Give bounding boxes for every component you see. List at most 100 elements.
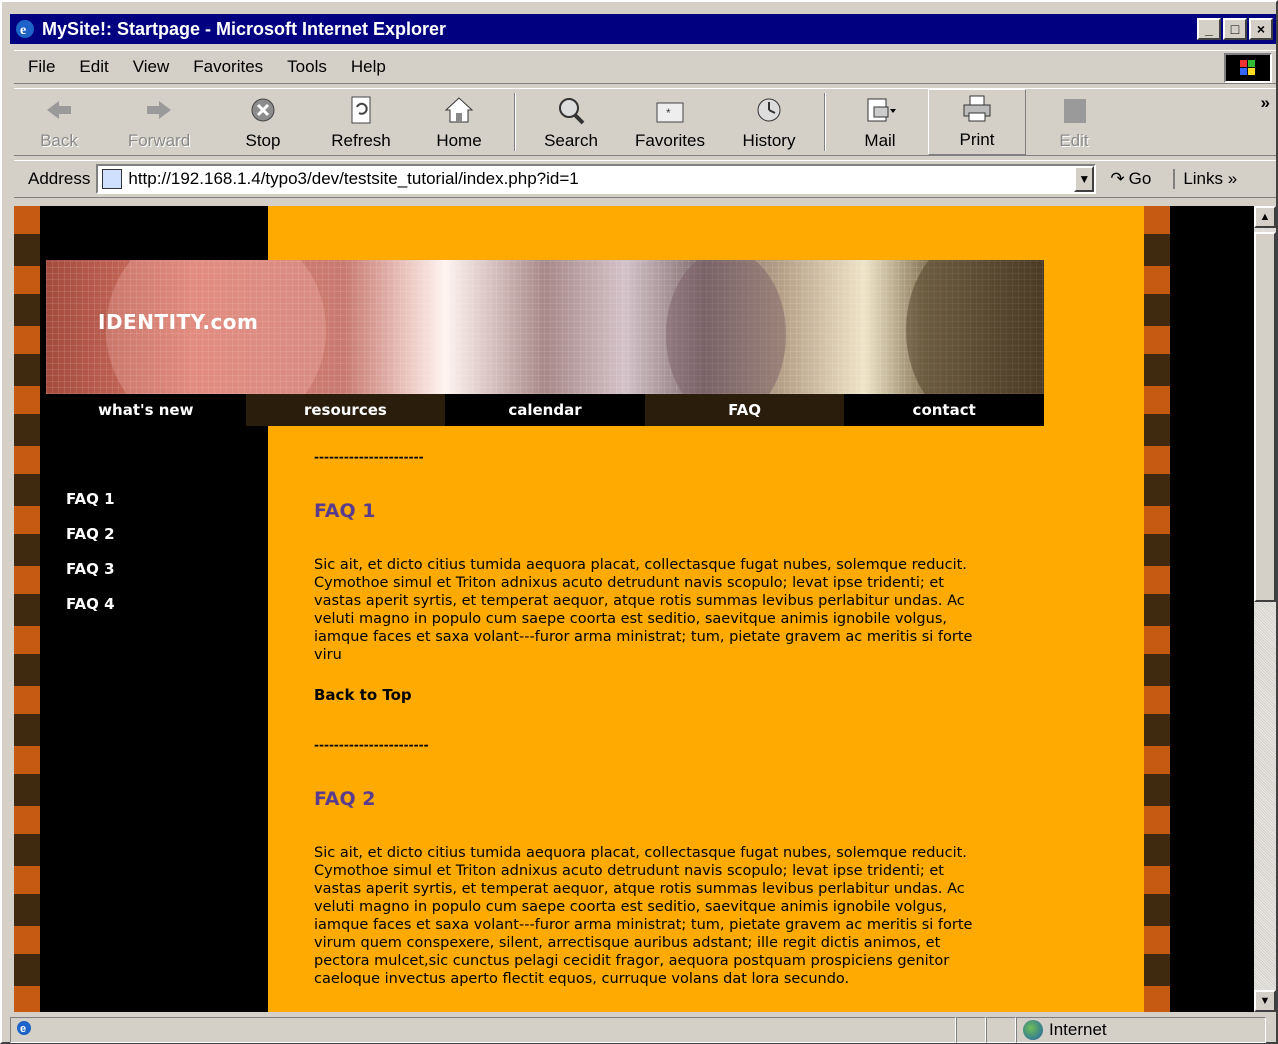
faq-2-body: Sic ait, et dicto citius tumida aequora …: [314, 845, 973, 987]
home-label: Home: [436, 131, 482, 150]
zone-label: Internet: [1049, 1020, 1107, 1039]
status-bar: e Internet: [10, 1016, 1276, 1044]
sidebar-item-faq-2[interactable]: FAQ 2: [66, 525, 115, 560]
edit-label: Edit: [1059, 131, 1089, 150]
history-icon: [753, 95, 785, 125]
favorites-button[interactable]: * Favorites: [620, 89, 720, 155]
go-label: Go: [1128, 169, 1152, 188]
address-dropdown-button[interactable]: ▼: [1074, 166, 1095, 192]
print-button[interactable]: Print: [928, 89, 1026, 155]
status-pane: [986, 1017, 1016, 1043]
menu-edit[interactable]: Edit: [65, 57, 118, 77]
status-message: e: [10, 1017, 956, 1043]
nav-contact[interactable]: contact: [844, 394, 1044, 426]
faq-2-heading: FAQ 2: [314, 788, 376, 810]
printer-icon: [961, 94, 993, 124]
nav-faq[interactable]: FAQ: [644, 394, 845, 426]
mail-button[interactable]: Mail: [832, 89, 928, 155]
search-label: Search: [544, 131, 598, 150]
sidebar-nav: FAQ 1 FAQ 2 FAQ 3 FAQ 4: [66, 490, 115, 630]
address-input[interactable]: http://192.168.1.4/typo3/dev/testsite_tu…: [96, 164, 1097, 194]
faq-1-body: Sic ait, et dicto citius tumida aequora …: [314, 557, 973, 663]
menu-file[interactable]: File: [14, 57, 65, 77]
sidebar-item-faq-1[interactable]: FAQ 1: [66, 490, 115, 525]
edit-button[interactable]: Edit: [1026, 89, 1122, 155]
forward-button[interactable]: Forward: [104, 89, 214, 155]
scroll-down-arrow-icon[interactable]: ▼: [1254, 990, 1276, 1012]
favorites-label: Favorites: [635, 131, 705, 150]
links-label: Links: [1183, 169, 1223, 188]
page-viewport: IDENTITY.com what's new resources calend…: [14, 206, 1254, 1012]
toolbar-separator: [824, 93, 826, 151]
ie-page-status-icon: e: [15, 1019, 33, 1042]
title-bar[interactable]: e MySite!: Startpage - Microsoft Interne…: [10, 14, 1276, 44]
address-url[interactable]: http://192.168.1.4/typo3/dev/testsite_tu…: [128, 169, 1074, 189]
print-label: Print: [959, 130, 995, 149]
scrollbar-thumb[interactable]: [1254, 232, 1276, 602]
edit-page-icon: [1058, 95, 1090, 125]
address-label: Address: [28, 169, 91, 188]
toolbar-overflow-chevron-icon[interactable]: »: [1255, 89, 1276, 155]
separator-line: ----------------------: [314, 450, 424, 464]
separator-line: -----------------------: [314, 738, 429, 752]
sidebar-item-faq-4[interactable]: FAQ 4: [66, 595, 115, 630]
site-logo: IDENTITY.com: [98, 310, 259, 334]
go-arrow-icon: ↷: [1110, 169, 1125, 188]
refresh-button[interactable]: Refresh: [312, 89, 410, 155]
refresh-icon: [345, 95, 377, 125]
search-icon: [555, 95, 587, 125]
close-button[interactable]: ×: [1249, 18, 1273, 40]
windows-logo-icon: [1224, 53, 1272, 83]
stop-label: Stop: [245, 131, 281, 150]
forward-arrow-icon: [143, 95, 175, 125]
sidebar-item-faq-3[interactable]: FAQ 3: [66, 560, 115, 595]
svg-text:e: e: [20, 1023, 26, 1035]
faq-1-heading: FAQ 1: [314, 500, 376, 522]
favorites-folder-icon: *: [654, 95, 686, 125]
svg-text:*: *: [666, 106, 671, 120]
menu-tools[interactable]: Tools: [273, 57, 337, 77]
mail-label: Mail: [864, 131, 896, 150]
back-button[interactable]: Back: [14, 89, 104, 155]
security-zone: Internet: [1016, 1017, 1266, 1043]
svg-text:e: e: [20, 23, 26, 38]
ie-logo-icon: e: [14, 18, 38, 40]
menu-bar: File Edit View Favorites Tools Help: [14, 50, 1276, 84]
home-icon: [443, 95, 475, 125]
right-decorative-stripe: [1144, 206, 1170, 1012]
status-pane: [956, 1017, 986, 1043]
site-banner: IDENTITY.com: [46, 260, 1044, 394]
nav-calendar[interactable]: calendar: [445, 394, 645, 426]
page-icon: [102, 169, 123, 189]
home-button[interactable]: Home: [410, 89, 508, 155]
go-button[interactable]: ↷ Go: [1110, 169, 1151, 189]
site-navbar: what's new resources calendar FAQ contac…: [46, 394, 1044, 426]
search-button[interactable]: Search: [522, 89, 620, 155]
minimize-button[interactable]: _: [1197, 18, 1221, 40]
maximize-button[interactable]: □: [1223, 18, 1247, 40]
history-button[interactable]: History: [720, 89, 818, 155]
links-button[interactable]: Links »: [1173, 169, 1237, 189]
stop-button[interactable]: Stop: [214, 89, 312, 155]
back-arrow-icon: [43, 95, 75, 125]
stop-icon: [247, 95, 279, 125]
left-decorative-stripe: [14, 206, 40, 1012]
forward-label: Forward: [127, 131, 191, 150]
menu-help[interactable]: Help: [337, 57, 396, 77]
back-label: Back: [40, 131, 78, 150]
main-content: ---------------------- FAQ 1 Sic ait, et…: [314, 450, 974, 988]
links-chevron-icon: »: [1227, 169, 1238, 188]
refresh-label: Refresh: [331, 131, 391, 150]
mail-icon: [864, 95, 896, 125]
nav-whats-new[interactable]: what's new: [46, 394, 246, 426]
address-bar: Address http://192.168.1.4/typo3/dev/tes…: [14, 160, 1276, 198]
menu-favorites[interactable]: Favorites: [179, 57, 273, 77]
right-margin: [1170, 206, 1254, 1012]
standard-toolbar: Back Forward Stop Refresh Home Search *: [14, 88, 1276, 156]
internet-globe-icon: [1023, 1020, 1043, 1040]
nav-resources[interactable]: resources: [245, 394, 446, 426]
back-to-top-link[interactable]: Back to Top: [314, 686, 974, 704]
vertical-scrollbar[interactable]: ▲ ▼: [1254, 206, 1276, 1012]
scroll-up-arrow-icon[interactable]: ▲: [1254, 206, 1276, 228]
menu-view[interactable]: View: [119, 57, 180, 77]
